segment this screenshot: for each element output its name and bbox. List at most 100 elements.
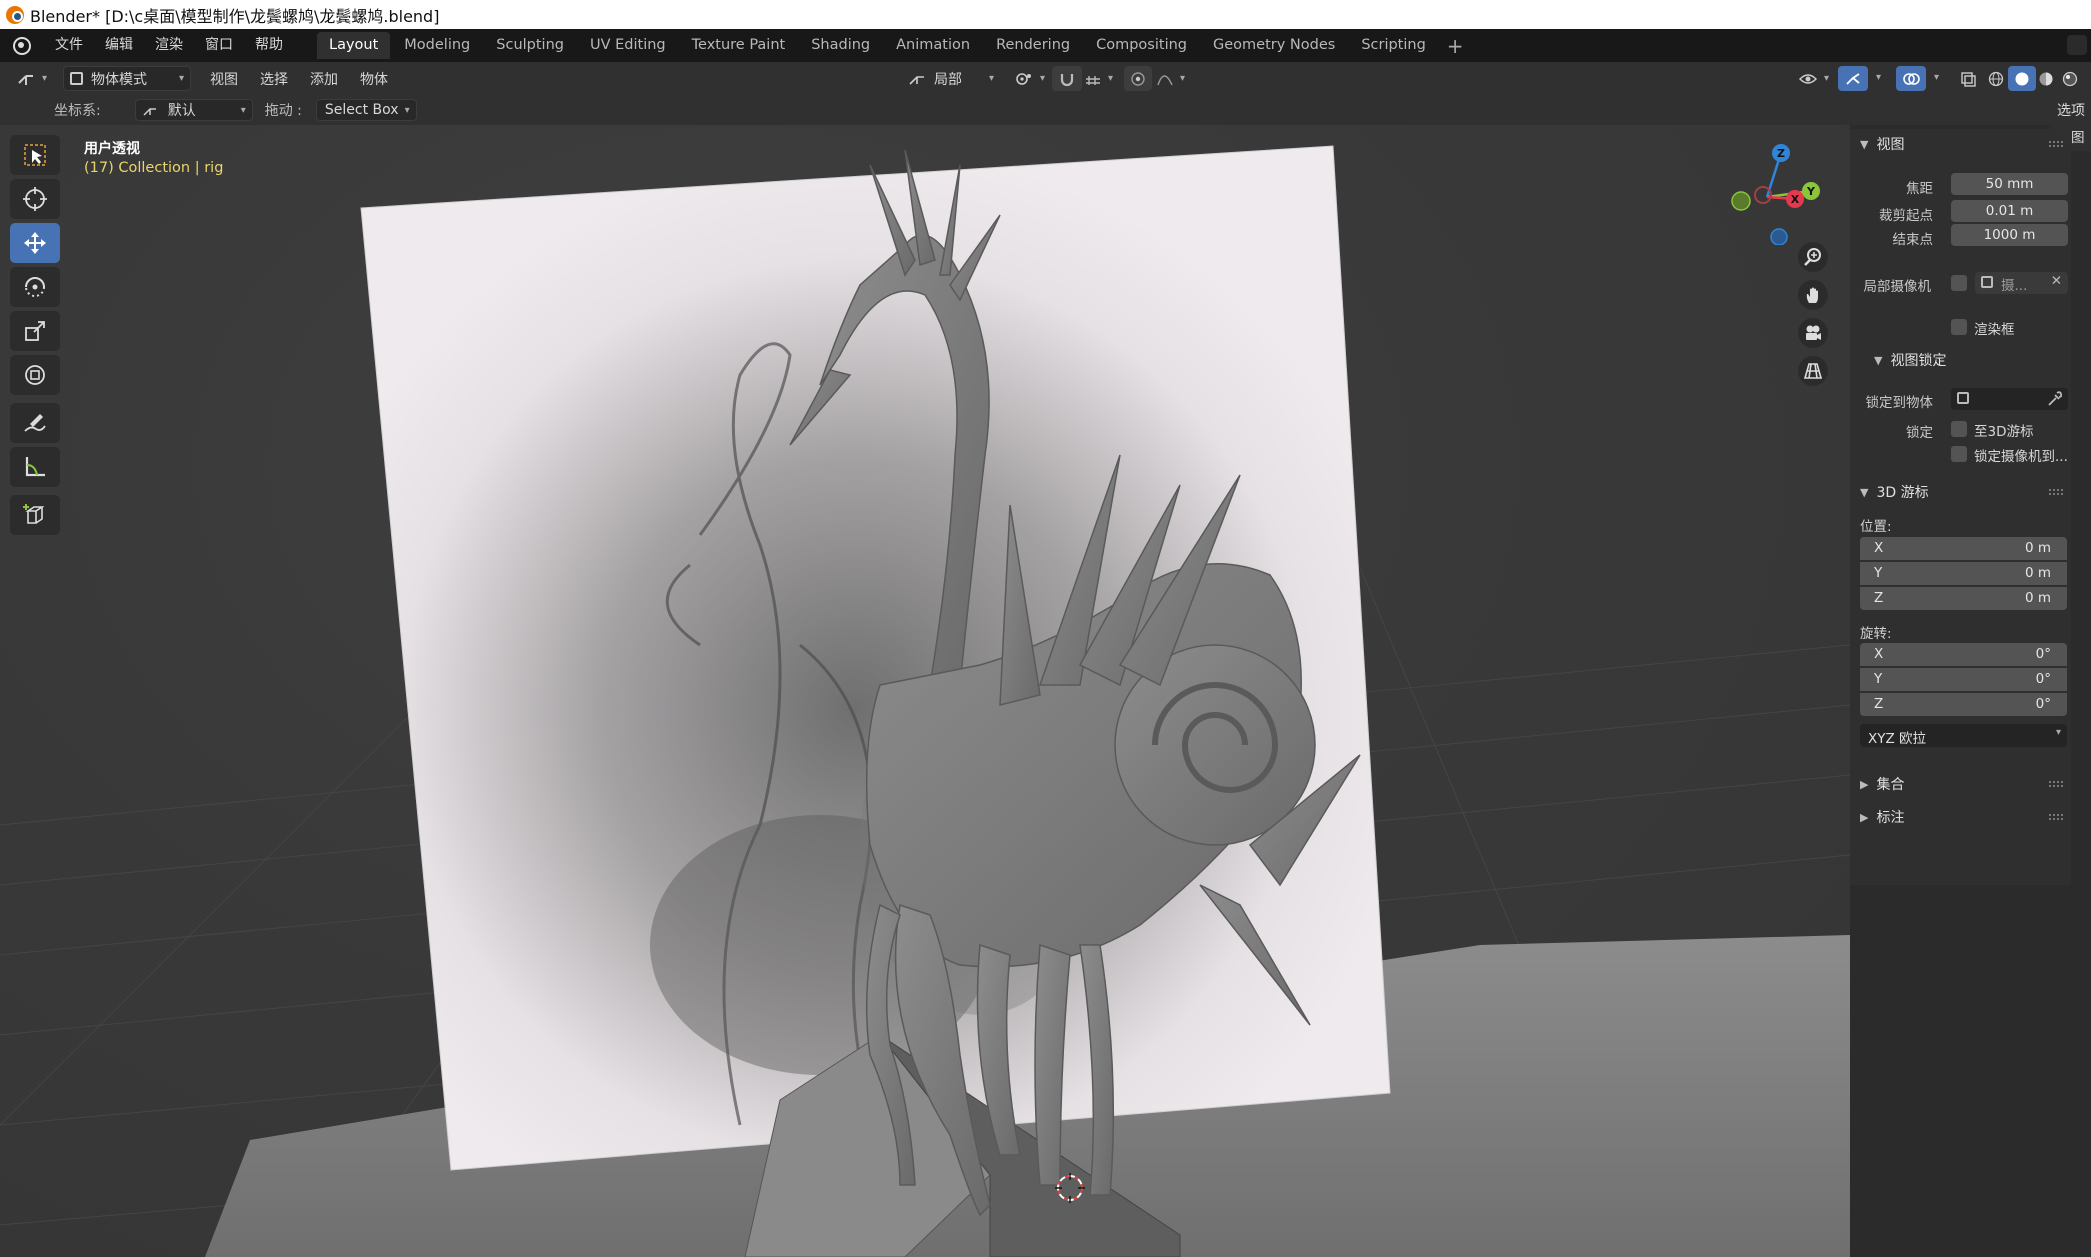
tab-modeling[interactable]: Modeling	[392, 32, 482, 59]
cursor-tool-icon	[23, 187, 47, 211]
proportional-icon	[1131, 71, 1145, 86]
render-region-checkbox[interactable]	[1951, 319, 1967, 335]
view-panel-header[interactable]: ▼ 视图	[1850, 129, 2071, 159]
menu-view[interactable]: 视图	[199, 69, 249, 89]
annotations-panel[interactable]: ▶ 标注	[1850, 802, 2071, 832]
xray-icon	[1961, 71, 1976, 87]
tab-shading[interactable]: Shading	[799, 32, 882, 59]
zoom-button[interactable]	[1798, 242, 1828, 272]
tab-sculpting[interactable]: Sculpting	[484, 32, 576, 59]
cursor-rotation-x[interactable]: X 0°	[1860, 643, 2067, 666]
3d-cursor-panel-header[interactable]: ▼ 3D 游标	[1850, 477, 2071, 507]
annotations-title: 标注	[1876, 810, 1905, 826]
scene-icon[interactable]	[2067, 35, 2087, 55]
editor-type-button[interactable]: ▾	[10, 66, 53, 91]
tab-texture-paint[interactable]: Texture Paint	[680, 32, 798, 59]
tab-animation[interactable]: Animation	[884, 32, 982, 59]
chevron-down-icon: ▼	[1860, 137, 1869, 151]
tab-rendering[interactable]: Rendering	[984, 32, 1082, 59]
navigation-gizmo[interactable]: Z Y X	[1725, 135, 1825, 245]
drag-grip-icon[interactable]	[2049, 781, 2063, 787]
rotation-label: 旋转:	[1860, 626, 1892, 642]
perspective-toggle-button[interactable]	[1798, 356, 1828, 386]
shading-rendered[interactable]	[2056, 66, 2084, 91]
cursor-rotation-y[interactable]: Y 0°	[1860, 668, 2067, 691]
gizmo-toggle[interactable]	[1838, 66, 1868, 91]
tool-rotate[interactable]	[10, 267, 60, 307]
gizmo-neg-y[interactable]	[1731, 191, 1751, 211]
rotation-mode-dropdown[interactable]: XYZ 欧拉 ▾	[1860, 724, 2067, 747]
local-camera-field[interactable]: 摄... ✕	[1975, 272, 2068, 294]
overlay-dropdown-icon[interactable]: ▾	[1934, 72, 1939, 83]
lock-to-object-field[interactable]	[1951, 388, 2068, 410]
lock-to-object-label: 锁定到物体	[1865, 395, 1934, 411]
tab-scripting[interactable]: Scripting	[1349, 32, 1437, 59]
tool-move[interactable]	[10, 223, 60, 263]
cursor-location-z[interactable]: Z0 m	[1860, 587, 2067, 610]
clip-end-field[interactable]: 1000 m	[1951, 224, 2068, 246]
3d-viewport[interactable]: 用户透视 (17) Collection | rig Z Y X	[0, 125, 1850, 1257]
visibility-dropdown[interactable]: ▾	[1792, 66, 1835, 91]
snap-grid-icon	[1086, 75, 1100, 85]
orientation-label: 坐标系:	[54, 103, 101, 119]
menu-window[interactable]: 窗口	[194, 29, 244, 62]
snap-target-dropdown[interactable]: ▾	[1078, 66, 1119, 91]
pan-button[interactable]	[1798, 280, 1828, 310]
tool-transform[interactable]	[10, 355, 60, 395]
tool-scale[interactable]	[10, 311, 60, 351]
cursor-location-y[interactable]: Y0 m	[1860, 562, 2067, 585]
camera-view-button[interactable]	[1798, 318, 1828, 348]
tab-layout[interactable]: Layout	[317, 32, 391, 59]
tool-cursor[interactable]	[10, 179, 60, 219]
falloff-dropdown[interactable]: ▾	[1150, 66, 1191, 91]
menu-help[interactable]: 帮助	[244, 29, 294, 62]
tab-uv-editing[interactable]: UV Editing	[578, 32, 678, 59]
drag-dropdown[interactable]: Select Box ▾	[315, 99, 417, 121]
drag-grip-icon[interactable]	[2049, 489, 2063, 495]
proportional-edit-toggle[interactable]	[1124, 66, 1152, 91]
local-camera-checkbox[interactable]	[1951, 275, 1967, 291]
gizmo-neg-z[interactable]	[1770, 228, 1788, 245]
orientation-value: 默认	[167, 103, 196, 119]
lock-cursor-checkbox[interactable]	[1951, 421, 1967, 437]
menu-edit[interactable]: 编辑	[94, 29, 144, 62]
tool-measure[interactable]	[10, 447, 60, 487]
overlay-toggle[interactable]	[1896, 66, 1926, 91]
menu-file[interactable]: 文件	[44, 29, 94, 62]
orientation-axes-icon	[143, 108, 156, 116]
orientation-icon	[909, 75, 924, 85]
options-tab[interactable]: 选项	[2057, 100, 2085, 120]
tool-select-box[interactable]	[10, 135, 60, 175]
shading-wireframe[interactable]	[1982, 66, 2010, 91]
clip-start-field[interactable]: 0.01 m	[1951, 200, 2068, 222]
select-box-icon	[24, 144, 46, 166]
drag-grip-icon[interactable]	[2049, 141, 2063, 147]
cursor-rotation-z[interactable]: Z 0°	[1860, 693, 2067, 716]
tab-geometry-nodes[interactable]: Geometry Nodes	[1201, 32, 1347, 59]
xray-toggle[interactable]	[1954, 66, 1982, 91]
transform-orientation-dropdown[interactable]: 局部 ▾	[902, 66, 1000, 91]
measure-ruler-icon	[25, 457, 45, 477]
lock-camera-checkbox[interactable]	[1951, 446, 1967, 462]
drag-grip-icon[interactable]	[2049, 814, 2063, 820]
orientation-dropdown[interactable]: 默认 ▾	[134, 99, 253, 121]
menu-render[interactable]: 渲染	[144, 29, 194, 62]
menu-object[interactable]: 物体	[349, 69, 399, 89]
view-lock-header[interactable]: ▼ 视图锁定	[1864, 345, 2071, 375]
blender-menu-icon[interactable]	[0, 36, 44, 55]
add-workspace-button[interactable]: +	[1439, 34, 1472, 58]
mode-dropdown[interactable]: 物体模式 ▾	[63, 66, 192, 91]
pivot-point-dropdown[interactable]: ▾	[1008, 66, 1051, 91]
menu-select[interactable]: 选择	[249, 69, 299, 89]
gizmo-dropdown-icon[interactable]: ▾	[1876, 72, 1881, 83]
eyedropper-icon[interactable]	[2046, 391, 2062, 407]
tool-annotate[interactable]	[10, 403, 60, 443]
cursor-location-x[interactable]: X0 m	[1860, 537, 2067, 560]
menu-add[interactable]: 添加	[299, 69, 349, 89]
tool-add-cube[interactable]	[10, 495, 60, 535]
close-icon[interactable]: ✕	[2051, 273, 2062, 289]
focal-length-field[interactable]: 50 mm	[1951, 173, 2068, 195]
render-region-label: 渲染框	[1974, 322, 2015, 338]
collections-panel[interactable]: ▶ 集合	[1850, 769, 2071, 799]
tab-compositing[interactable]: Compositing	[1084, 32, 1199, 59]
